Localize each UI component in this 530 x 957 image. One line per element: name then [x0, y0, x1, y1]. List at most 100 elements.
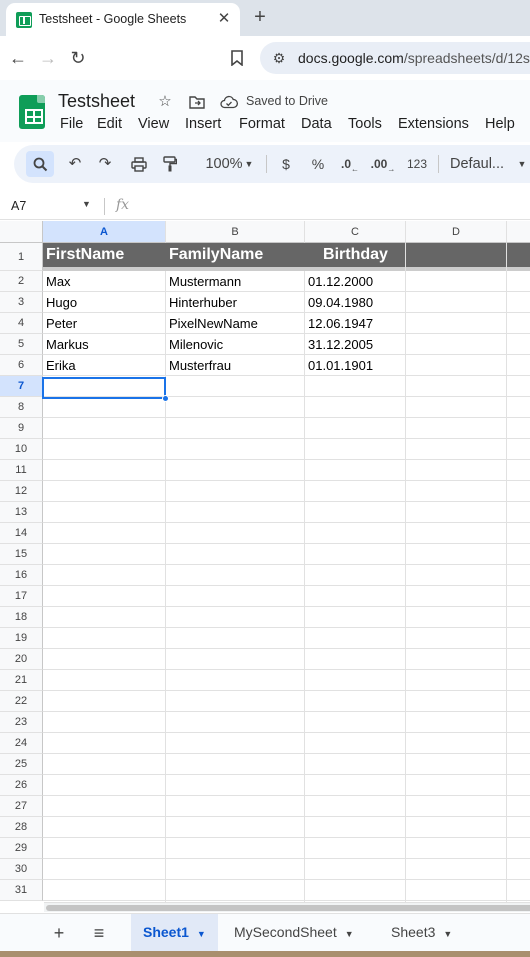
grid-cell[interactable]: 31.12.2005 — [305, 334, 406, 354]
row-header-12[interactable]: 12 — [0, 481, 43, 502]
grid-cell[interactable] — [43, 628, 166, 648]
sheets-logo-icon[interactable] — [19, 95, 45, 129]
column-header-c[interactable]: C — [305, 221, 406, 243]
grid-cell[interactable] — [406, 397, 530, 417]
grid-cell[interactable] — [305, 712, 406, 732]
grid-cell[interactable]: Markus — [43, 334, 166, 354]
grid-cell[interactable] — [305, 460, 406, 480]
menu-tools[interactable]: Tools — [348, 116, 382, 132]
grid-cell[interactable] — [305, 670, 406, 690]
grid-cell[interactable] — [305, 418, 406, 438]
row-header-18[interactable]: 18 — [0, 607, 43, 628]
grid-cell[interactable] — [43, 796, 166, 816]
grid-cell[interactable] — [406, 586, 530, 606]
row-header-23[interactable]: 23 — [0, 712, 43, 733]
grid-cell[interactable] — [406, 649, 530, 669]
font-family-select[interactable]: Defaul... — [450, 151, 510, 177]
row-header-1[interactable]: 1 — [0, 243, 43, 271]
grid-cell[interactable] — [406, 544, 530, 564]
grid-cell[interactable] — [406, 796, 530, 816]
grid-cell[interactable] — [166, 880, 305, 900]
back-icon[interactable]: ← — [6, 46, 30, 70]
grid-cell[interactable] — [43, 880, 166, 900]
grid-cell[interactable] — [166, 502, 305, 522]
tab-mysecondsheet[interactable]: MySecondSheet ▼ — [222, 914, 366, 951]
grid-cell[interactable] — [166, 817, 305, 837]
grid-cell[interactable] — [406, 628, 530, 648]
grid-cell[interactable] — [43, 859, 166, 879]
grid-cell[interactable]: Hugo — [43, 292, 166, 312]
grid-cell[interactable] — [166, 838, 305, 858]
column-header-d[interactable]: D — [406, 221, 507, 243]
grid-cell[interactable]: Hinterhuber — [166, 292, 305, 312]
row-header-16[interactable]: 16 — [0, 565, 43, 586]
grid-cell[interactable] — [406, 817, 530, 837]
site-settings-icon[interactable]: ⚙ — [270, 49, 288, 67]
name-box-caret-icon[interactable]: ▼ — [82, 199, 91, 209]
grid-cell[interactable] — [166, 544, 305, 564]
row-header-30[interactable]: 30 — [0, 859, 43, 880]
cloud-saved-icon[interactable] — [220, 93, 238, 111]
grid-cell[interactable] — [305, 481, 406, 501]
paint-format-icon[interactable] — [159, 151, 181, 177]
header-cell-firstname[interactable]: FirstName — [43, 243, 166, 267]
row-header-17[interactable]: 17 — [0, 586, 43, 607]
percent-format-button[interactable]: % — [308, 151, 328, 177]
header-cell-empty[interactable] — [406, 243, 530, 267]
menu-help[interactable]: Help — [485, 116, 515, 132]
menu-extensions[interactable]: Extensions — [398, 116, 469, 132]
currency-format-button[interactable]: $ — [276, 151, 296, 177]
grid-cell[interactable] — [166, 628, 305, 648]
grid-cell[interactable] — [43, 754, 166, 774]
header-cell-familyname[interactable]: FamilyName — [166, 243, 305, 267]
grid-cell[interactable] — [166, 859, 305, 879]
move-folder-icon[interactable] — [188, 93, 206, 111]
grid-cell[interactable] — [43, 775, 166, 795]
row-header-27[interactable]: 27 — [0, 796, 43, 817]
column-header-e[interactable] — [507, 221, 530, 243]
row-header-19[interactable]: 19 — [0, 628, 43, 649]
grid-cell[interactable] — [166, 670, 305, 690]
grid-cell[interactable] — [406, 439, 530, 459]
forward-icon[interactable]: → — [36, 46, 60, 70]
new-tab-button[interactable]: + — [248, 5, 272, 29]
grid-cell[interactable] — [166, 565, 305, 585]
grid-cell[interactable] — [406, 418, 530, 438]
grid-cell[interactable] — [305, 838, 406, 858]
grid-cell[interactable] — [166, 460, 305, 480]
sheet-menu-caret-icon[interactable]: ▼ — [443, 929, 452, 939]
grid-cell[interactable]: 09.04.1980 — [305, 292, 406, 312]
document-title[interactable]: Testsheet — [58, 91, 135, 112]
grid-cell[interactable] — [305, 502, 406, 522]
grid-cell[interactable] — [406, 355, 530, 375]
grid-cell[interactable] — [305, 397, 406, 417]
grid-cell[interactable] — [166, 439, 305, 459]
column-header-b[interactable]: B — [166, 221, 305, 243]
menu-data[interactable]: Data — [301, 116, 332, 132]
grid-cell[interactable] — [406, 859, 530, 879]
grid-cell[interactable] — [406, 775, 530, 795]
grid-cell[interactable] — [406, 460, 530, 480]
sheet-menu-caret-icon[interactable]: ▼ — [345, 929, 354, 939]
menu-format[interactable]: Format — [239, 116, 285, 132]
grid-cell[interactable]: Max — [43, 271, 166, 291]
row-header-28[interactable]: 28 — [0, 817, 43, 838]
grid-cell[interactable]: 12.06.1947 — [305, 313, 406, 333]
browser-tab[interactable]: Testsheet - Google Sheets ✕ — [6, 3, 240, 36]
tab-sheet1[interactable]: Sheet1 ▼ — [131, 914, 218, 951]
grid-cell[interactable] — [305, 628, 406, 648]
name-box[interactable]: A7 — [11, 199, 26, 213]
star-icon[interactable]: ☆ — [156, 93, 174, 111]
row-header-24[interactable]: 24 — [0, 733, 43, 754]
row-header-21[interactable]: 21 — [0, 670, 43, 691]
select-all-corner[interactable] — [0, 221, 43, 243]
grid-cell[interactable] — [43, 838, 166, 858]
grid-cell[interactable] — [305, 523, 406, 543]
grid-cell[interactable]: 01.12.2000 — [305, 271, 406, 291]
row-header-3[interactable]: 3 — [0, 292, 43, 313]
grid-cell[interactable]: Mustermann — [166, 271, 305, 291]
grid-cell[interactable] — [406, 313, 530, 333]
grid-cell[interactable] — [43, 733, 166, 753]
grid-cell[interactable] — [43, 586, 166, 606]
grid-cell[interactable] — [305, 775, 406, 795]
